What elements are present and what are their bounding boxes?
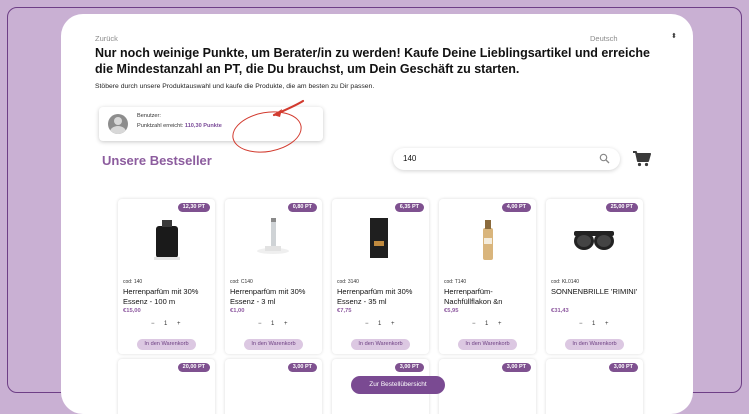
- page-card: Zurück Deutsch ⬍ Nur noch weinige Punkte…: [61, 14, 693, 414]
- product-price: €5,95: [444, 308, 459, 314]
- product-price: €15,00: [123, 308, 141, 314]
- search-icon[interactable]: [599, 153, 610, 164]
- quantity-stepper[interactable]: − 1 +: [546, 321, 643, 331]
- points-badge: 3,00 PT: [608, 363, 638, 372]
- plus-icon[interactable]: +: [498, 321, 502, 327]
- add-to-cart-button[interactable]: In den Warenkorb: [351, 339, 410, 350]
- points-badge: 20,00 PT: [177, 363, 210, 372]
- product-name[interactable]: Herrenparfüm mit 30% Essenz - 100 m: [123, 287, 213, 306]
- product-card[interactable]: 20,00 PT: [118, 359, 215, 414]
- product-code: cod: T140: [444, 279, 467, 285]
- product-price: €31,43: [551, 308, 569, 314]
- language-caret-icon[interactable]: ⬍: [671, 32, 677, 40]
- product-card[interactable]: 3,00 PT: [546, 359, 643, 414]
- product-code: cod: 140: [123, 279, 143, 285]
- page-headline: Nur noch weinige Punkte, um Berater/in z…: [95, 46, 650, 76]
- user-label: Benutzer:: [137, 113, 161, 119]
- add-to-cart-button[interactable]: In den Warenkorb: [565, 339, 624, 350]
- quantity-value: 1: [592, 321, 596, 327]
- product-price: €1,00: [230, 308, 245, 314]
- order-overview-button[interactable]: Zur Bestellübersicht: [351, 376, 445, 394]
- perfume-vial-image: [257, 218, 289, 254]
- product-card[interactable]: 25,00 PT cod: KL0140 SONNENBRILLE 'RIMIN…: [546, 199, 643, 354]
- product-card[interactable]: 3,00 PT: [439, 359, 536, 414]
- minus-icon[interactable]: −: [579, 321, 583, 327]
- add-to-cart-button[interactable]: In den Warenkorb: [244, 339, 303, 350]
- quantity-stepper[interactable]: − 1 +: [332, 321, 429, 331]
- product-name[interactable]: Herrenparfüm-Nachfüllflakon &n: [444, 287, 534, 306]
- add-to-cart-button[interactable]: In den Warenkorb: [458, 339, 517, 350]
- cart-icon[interactable]: [633, 151, 651, 167]
- sunglasses-image: [574, 231, 614, 250]
- quantity-stepper[interactable]: − 1 +: [118, 321, 215, 331]
- product-card[interactable]: 6,35 PT cod: 3140 Herrenparfüm mit 30% E…: [332, 199, 429, 354]
- points-badge: 3,00 PT: [287, 363, 317, 372]
- plus-icon[interactable]: +: [177, 321, 181, 327]
- points-badge: 0,80 PT: [287, 203, 317, 212]
- product-card[interactable]: 3,00 PT: [225, 359, 322, 414]
- product-card[interactable]: 12,30 PT cod: 140 Herrenparfüm mit 30% E…: [118, 199, 215, 354]
- plus-icon[interactable]: +: [605, 321, 609, 327]
- quantity-value: 1: [271, 321, 275, 327]
- points-value: 110,30 Punkte: [184, 123, 222, 129]
- add-to-cart-button[interactable]: In den Warenkorb: [137, 339, 196, 350]
- product-card[interactable]: 0,80 PT cod: C140 Herrenparfüm mit 30% E…: [225, 199, 322, 354]
- page-subtext: Stöbere durch unsere Produktauswahl und …: [95, 83, 375, 90]
- points-badge: 3,00 PT: [501, 363, 531, 372]
- points-badge: 6,35 PT: [394, 203, 424, 212]
- points-badge: 4,00 PT: [501, 203, 531, 212]
- points-badge: 3,00 PT: [394, 363, 424, 372]
- product-price: €7,75: [337, 308, 352, 314]
- minus-icon[interactable]: −: [151, 321, 155, 327]
- minus-icon[interactable]: −: [365, 321, 369, 327]
- quantity-stepper[interactable]: − 1 +: [439, 321, 536, 331]
- plus-icon[interactable]: +: [284, 321, 288, 327]
- points-badge: 12,30 PT: [177, 203, 210, 212]
- minus-icon[interactable]: −: [258, 321, 262, 327]
- quantity-value: 1: [485, 321, 489, 327]
- quantity-stepper[interactable]: − 1 +: [225, 321, 322, 331]
- product-name[interactable]: Herrenparfüm mit 30% Essenz - 35 ml: [337, 287, 427, 306]
- product-code: cod: 3140: [337, 279, 359, 285]
- search-value[interactable]: 140: [403, 154, 416, 163]
- points-badge: 25,00 PT: [605, 203, 638, 212]
- perfume-box-image: [370, 218, 388, 258]
- quantity-value: 1: [164, 321, 168, 327]
- language-select[interactable]: Deutsch: [590, 34, 618, 43]
- annotation-arrow-icon: [272, 99, 305, 117]
- refill-flacon-image: [483, 220, 493, 260]
- product-name[interactable]: SONNENBRILLE 'RIMINI': [551, 287, 641, 297]
- product-name[interactable]: Herrenparfüm mit 30% Essenz - 3 ml: [230, 287, 320, 306]
- plus-icon[interactable]: +: [391, 321, 395, 327]
- perfume-bottle-black-image: [154, 220, 180, 260]
- search-input[interactable]: 140: [393, 148, 620, 170]
- back-link[interactable]: Zurück: [95, 34, 118, 43]
- points-prefix: Punktzahl erreicht:: [137, 123, 184, 129]
- quantity-value: 1: [378, 321, 382, 327]
- avatar-icon: [108, 114, 128, 134]
- product-code: cod: KL0140: [551, 279, 580, 285]
- section-title: Unsere Bestseller: [102, 153, 212, 168]
- product-code: cod: C140: [230, 279, 253, 285]
- product-card[interactable]: 4,00 PT cod: T140 Herrenparfüm-Nachfüllf…: [439, 199, 536, 354]
- user-points-line: Punktzahl erreicht: 110,30 Punkte: [137, 123, 222, 129]
- minus-icon[interactable]: −: [472, 321, 476, 327]
